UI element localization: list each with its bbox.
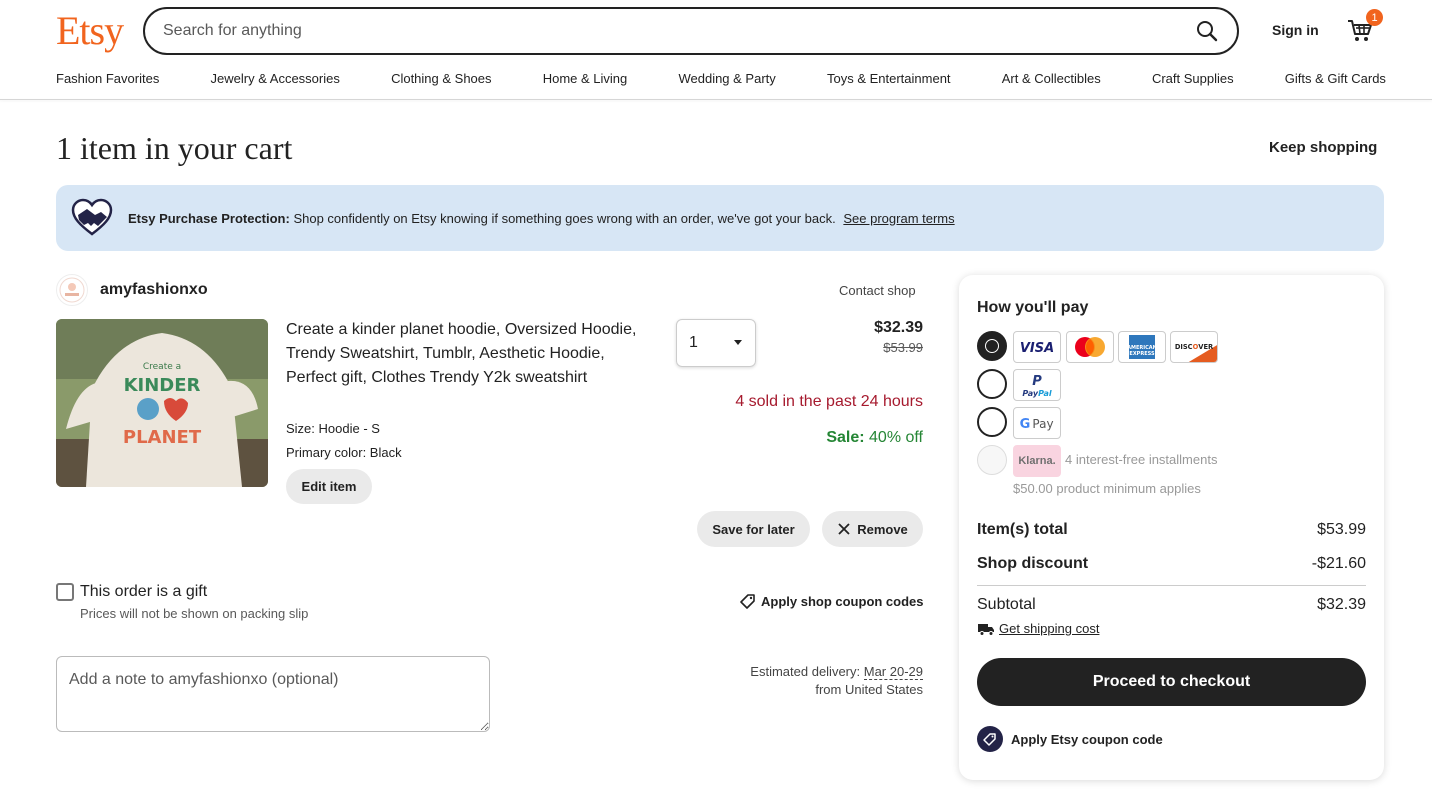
nav-item[interactable]: Clothing & Shoes [391, 71, 491, 86]
klarna-minimum-text: $50.00 product minimum applies [1013, 481, 1201, 496]
items-total-label: Item(s) total [977, 521, 1068, 538]
handshake-heart-icon [70, 198, 114, 238]
klarna-icon: Klarna. [1013, 445, 1061, 477]
svg-text:KINDER: KINDER [124, 375, 201, 396]
purchase-protection-banner: Etsy Purchase Protection: Shop confident… [56, 185, 1384, 251]
svg-text:G: G [1020, 417, 1031, 432]
items-total-value: $53.99 [1317, 521, 1366, 538]
nav-item[interactable]: Home & Living [543, 71, 628, 86]
nav-item[interactable]: Art & Collectibles [1002, 71, 1101, 86]
nav-item[interactable]: Wedding & Party [678, 71, 775, 86]
header-divider [0, 99, 1432, 100]
quantity-value: 1 [689, 334, 698, 351]
klarna-radio [977, 445, 1007, 475]
sign-in-link[interactable]: Sign in [1272, 22, 1319, 38]
shop-discount-value: -$21.60 [1311, 555, 1366, 572]
gift-checkbox[interactable] [56, 583, 74, 601]
cart-count-badge: 1 [1366, 9, 1383, 26]
estimated-delivery: Estimated delivery: Mar 20-29 from Unite… [700, 663, 923, 699]
subtotal-value: $32.39 [1317, 596, 1366, 613]
contact-shop-link[interactable]: Contact shop [839, 283, 916, 298]
shipping-link-label: Get shipping cost [999, 621, 1100, 636]
svg-text:VISA: VISA [1020, 341, 1054, 355]
discover-icon: DISCOVER [1170, 331, 1218, 363]
mastercard-icon [1066, 331, 1114, 363]
search-icon[interactable] [1193, 17, 1221, 45]
note-to-seller-field[interactable] [56, 656, 490, 732]
svg-text:Pay: Pay [1032, 417, 1053, 431]
coupon-tag-icon [977, 726, 1003, 752]
nav-item[interactable]: Fashion Favorites [56, 71, 159, 86]
quantity-select[interactable]: 1 [676, 319, 756, 367]
delivery-origin: from United States [815, 682, 923, 697]
nav-item[interactable]: Craft Supplies [1152, 71, 1234, 86]
svg-text:Create a: Create a [143, 362, 181, 372]
gift-label[interactable]: This order is a gift [80, 583, 207, 601]
remove-label: Remove [857, 521, 908, 537]
keep-shopping-link[interactable]: Keep shopping [1269, 139, 1377, 156]
svg-text:P: P [1032, 374, 1042, 389]
item-thumbnail[interactable]: Create a KINDER PLANET [56, 319, 268, 487]
close-icon [838, 523, 850, 535]
banner-title: Etsy Purchase Protection: [128, 210, 290, 226]
search-bar[interactable] [143, 7, 1239, 55]
card-payment-radio[interactable] [977, 331, 1007, 361]
tag-icon [740, 594, 755, 609]
item-size: Size: Hoodie - S [286, 421, 380, 436]
nav-item[interactable]: Gifts & Gift Cards [1285, 71, 1386, 86]
proceed-to-checkout-button[interactable]: Proceed to checkout [977, 658, 1366, 706]
get-shipping-cost-link[interactable]: Get shipping cost [977, 621, 1099, 636]
svg-text:EXPRESS: EXPRESS [1129, 351, 1155, 357]
remove-button[interactable]: Remove [822, 511, 923, 547]
banner-text: Shop confidently on Etsy knowing if some… [293, 210, 836, 226]
caret-down-icon [734, 340, 742, 345]
save-for-later-button[interactable]: Save for later [697, 511, 810, 547]
amex-icon: AMERICAN EXPRESS [1118, 331, 1166, 363]
apply-etsy-coupon-link[interactable]: Apply Etsy coupon code [977, 726, 1163, 752]
nav-item[interactable]: Toys & Entertainment [827, 71, 951, 86]
apply-shop-coupon-label: Apply shop coupon codes [761, 593, 924, 609]
page-title: 1 item in your cart [56, 130, 293, 166]
item-title[interactable]: Create a kinder planet hoodie, Oversized… [286, 318, 646, 390]
category-nav: Fashion Favorites Jewelry & Accessories … [56, 71, 1386, 86]
sale-text: Sale: 40% off [760, 429, 923, 447]
google-pay-radio[interactable] [977, 407, 1007, 437]
sale-value: 40% off [869, 429, 923, 446]
visa-icon: VISA [1013, 331, 1061, 363]
totals-divider [977, 585, 1366, 586]
klarna-installments-text: 4 interest-free installments [1065, 452, 1218, 467]
subtotal-label: Subtotal [977, 596, 1036, 613]
item-price: $32.39 [874, 319, 923, 336]
google-pay-icon: G Pay [1013, 407, 1061, 439]
delivery-dates[interactable]: Mar 20-29 [863, 664, 923, 680]
svg-text:DISCOVER: DISCOVER [1175, 343, 1214, 351]
apply-shop-coupon-link[interactable]: Apply shop coupon codes [740, 593, 924, 609]
payment-title: How you'll pay [977, 299, 1089, 316]
svg-text:PLANET: PLANET [123, 427, 202, 448]
edit-item-button[interactable]: Edit item [286, 469, 372, 504]
shop-avatar[interactable] [56, 274, 88, 306]
sold-recently-text: 4 sold in the past 24 hours [735, 393, 923, 410]
etsy-logo[interactable]: Etsy [56, 8, 124, 54]
paypal-radio[interactable] [977, 369, 1007, 399]
nav-item[interactable]: Jewelry & Accessories [211, 71, 340, 86]
gift-subtext: Prices will not be shown on packing slip [80, 606, 309, 621]
program-terms-link[interactable]: See program terms [843, 211, 954, 226]
delivery-label: Estimated delivery: [750, 664, 861, 679]
sale-label: Sale: [826, 429, 865, 446]
truck-icon [978, 623, 994, 636]
paypal-icon: P PayPal [1013, 369, 1061, 401]
shop-name[interactable]: amyfashionxo [100, 281, 208, 299]
item-original-price: $53.99 [883, 340, 923, 355]
svg-text:PayPal: PayPal [1022, 389, 1051, 398]
shop-discount-label: Shop discount [977, 555, 1089, 572]
search-input[interactable] [163, 22, 1193, 40]
item-color: Primary color: Black [286, 445, 402, 460]
apply-etsy-coupon-label: Apply Etsy coupon code [1011, 731, 1163, 747]
